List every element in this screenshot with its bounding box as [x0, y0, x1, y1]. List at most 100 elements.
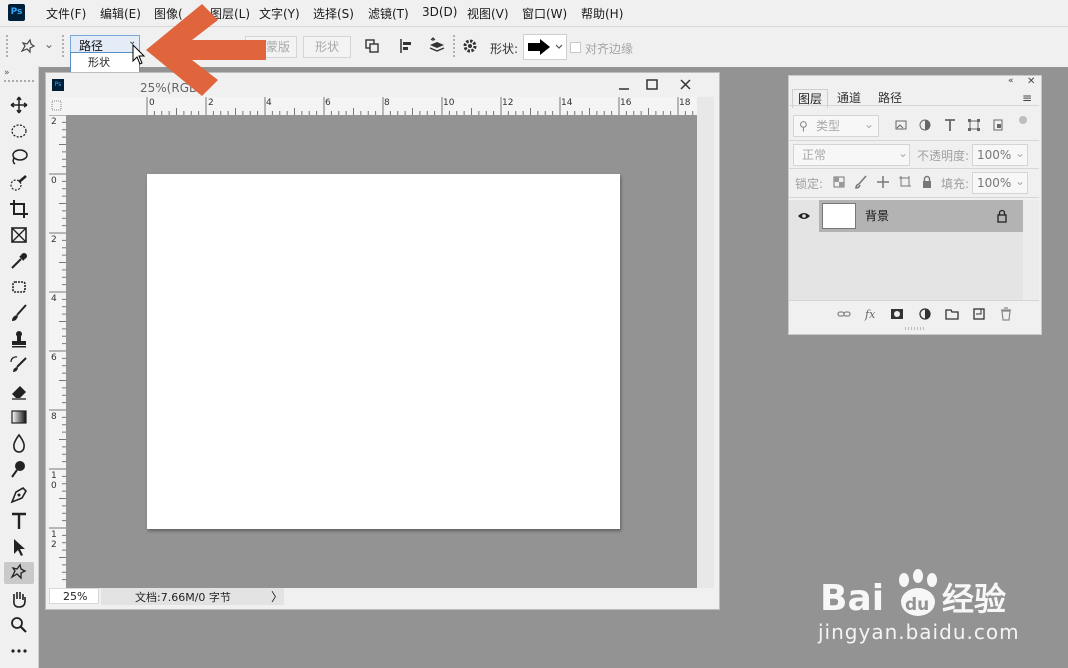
gear-icon[interactable] — [461, 37, 479, 55]
menu-file[interactable]: 文件(F) — [46, 5, 86, 22]
collapse-toolbar-icon[interactable]: » — [4, 68, 10, 78]
filter-smart-object-icon[interactable] — [991, 118, 1005, 132]
lock-image-pixels-icon[interactable] — [854, 175, 868, 189]
gradient-icon[interactable] — [8, 406, 30, 428]
svg-text:fx: fx — [864, 308, 876, 321]
hand-icon[interactable] — [8, 588, 30, 610]
panel-menu-icon[interactable]: ≡ — [1022, 91, 1032, 105]
menu-edit[interactable]: 编辑(E) — [100, 5, 141, 22]
vertical-ruler[interactable]: 2 0 2 4 6 8 1 0 1 2 — [49, 115, 67, 588]
path-operations-icon[interactable] — [363, 37, 381, 55]
lock-transparent-pixels-icon[interactable] — [832, 175, 846, 189]
lock-all-icon[interactable] — [920, 175, 934, 189]
filter-shape-layer-icon[interactable] — [967, 118, 981, 132]
document-canvas[interactable] — [147, 174, 620, 529]
layers-scrollbar[interactable] — [1023, 200, 1039, 300]
freeform-pen-tool-preset-icon[interactable] — [18, 37, 36, 55]
preset-chevron-icon[interactable]: ⌄ — [44, 37, 54, 51]
document-ps-icon: Ps — [52, 79, 64, 91]
frame-tool-icon[interactable] — [8, 224, 30, 246]
new-adjustment-layer-icon[interactable] — [917, 306, 933, 322]
filter-pixel-layer-icon[interactable] — [894, 118, 908, 132]
healing-brush-icon[interactable] — [8, 276, 30, 298]
history-brush-icon[interactable] — [8, 354, 30, 376]
pen-icon[interactable] — [8, 484, 30, 506]
menu-view[interactable]: 视图(V) — [467, 5, 509, 22]
eraser-icon[interactable] — [8, 380, 30, 402]
horizontal-ruler[interactable]: 0 2 4 6 8 10 12 14 16 18 — [65, 97, 697, 116]
add-mask-icon[interactable] — [889, 306, 905, 322]
toolbar-grip[interactable] — [4, 80, 34, 82]
minimize-button[interactable] — [609, 76, 639, 94]
ruler-origin[interactable] — [49, 97, 65, 116]
layer-filter-value: 类型 — [816, 119, 841, 133]
menu-3d[interactable]: 3D(D) — [422, 5, 457, 19]
opacity-field[interactable]: 100% ⌄ — [972, 144, 1028, 166]
blur-icon[interactable] — [8, 432, 30, 454]
layer-filter-select[interactable]: ⚲ 类型 ⌄ — [793, 115, 879, 137]
lock-artboard-icon[interactable] — [898, 175, 912, 189]
watermark-url: jingyan.baidu.com — [818, 620, 1020, 644]
close-panel-icon[interactable]: ✕ — [1027, 76, 1035, 87]
opacity-value: 100% — [977, 148, 1012, 162]
photoshop-logo: Ps — [8, 4, 25, 21]
lock-label: 锁定: — [795, 177, 824, 191]
link-layers-icon[interactable] — [836, 306, 852, 322]
align-edges-checkbox[interactable] — [570, 42, 581, 53]
crop-icon[interactable] — [8, 198, 30, 220]
layer-name[interactable]: 背景 — [865, 207, 889, 224]
path-arrangement-icon[interactable] — [428, 37, 446, 55]
maximize-button[interactable] — [637, 76, 667, 94]
elliptical-marquee-icon[interactable] — [8, 120, 30, 142]
menu-filter[interactable]: 滤镜(T) — [368, 5, 409, 22]
dodge-icon[interactable] — [8, 458, 30, 480]
path-alignment-icon[interactable] — [398, 37, 416, 55]
menu-window[interactable]: 窗口(W) — [522, 5, 567, 22]
menu-select[interactable]: 选择(S) — [313, 5, 354, 22]
move-tool-icon[interactable] — [8, 94, 30, 116]
ruler-h-label: 16 — [620, 98, 632, 108]
eyedropper-icon[interactable] — [8, 250, 30, 272]
layer-visibility-toggle[interactable] — [789, 200, 819, 232]
panel-resize-grip[interactable] — [905, 327, 925, 330]
ruler-h-label: 6 — [325, 98, 331, 108]
clone-stamp-icon[interactable] — [8, 328, 30, 350]
vertical-scrollbar[interactable] — [697, 97, 714, 588]
new-layer-icon[interactable] — [971, 306, 987, 322]
zoom-level-field[interactable]: 25% — [49, 588, 99, 604]
fill-field[interactable]: 100% ⌄ — [972, 172, 1028, 194]
arrow-shape-picker[interactable] — [523, 34, 567, 60]
mode-option-shape[interactable]: 形状 — [71, 53, 139, 72]
panel-divider — [789, 168, 1039, 169]
lasso-icon[interactable] — [8, 146, 30, 168]
quick-selection-icon[interactable] — [8, 172, 30, 194]
more-tools-icon[interactable] — [8, 640, 30, 662]
shape-button[interactable]: 形状 — [303, 36, 351, 58]
freeform-pen-tool-active[interactable] — [4, 562, 34, 584]
svg-text:Bai: Bai — [820, 578, 884, 618]
delete-layer-trash-icon[interactable] — [998, 306, 1014, 322]
panel-divider — [789, 140, 1039, 141]
blend-mode-select[interactable]: 正常 ⌄ — [793, 144, 910, 166]
lock-position-icon[interactable] — [876, 175, 890, 189]
ruler-h-label: 0 — [149, 98, 155, 108]
menu-help[interactable]: 帮助(H) — [581, 5, 623, 22]
zoom-icon[interactable] — [8, 614, 30, 636]
collapse-panel-icon[interactable]: « — [1008, 76, 1014, 86]
filter-toggle-icon[interactable] — [1019, 116, 1027, 124]
layer-thumbnail[interactable] — [822, 203, 856, 229]
opacity-label: 不透明度: — [917, 149, 970, 163]
layer-style-fx-icon[interactable]: fx — [863, 306, 879, 322]
ruler-v-label: 2 — [51, 117, 57, 127]
brush-icon[interactable] — [8, 302, 30, 324]
tools-panel: » — [0, 66, 39, 668]
filter-adjustment-layer-icon[interactable] — [918, 118, 932, 132]
status-menu-arrow-icon[interactable]: 〉 — [271, 588, 283, 605]
options-grip[interactable] — [6, 35, 8, 59]
new-group-folder-icon[interactable] — [944, 306, 960, 322]
chevron-down-icon: ⌄ — [1015, 174, 1026, 188]
type-icon[interactable] — [8, 510, 30, 532]
path-selection-icon[interactable] — [8, 536, 30, 558]
filter-type-layer-icon[interactable] — [943, 118, 957, 132]
close-button[interactable] — [671, 76, 701, 94]
